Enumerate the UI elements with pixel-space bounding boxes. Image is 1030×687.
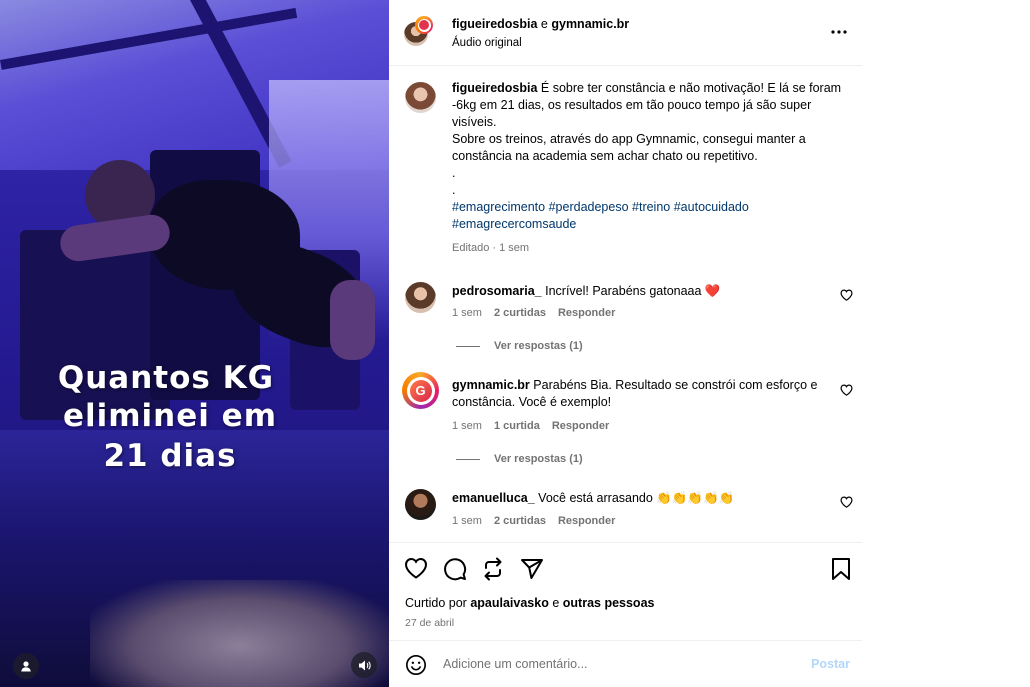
caption-dot-2: . <box>452 183 456 197</box>
commenter-avatar[interactable] <box>405 282 436 313</box>
overlay-line-3: 21 dias <box>103 438 237 474</box>
liked-prefix: Curtido por <box>405 596 467 610</box>
overlay-line-1: Quantos KG <box>57 360 275 396</box>
hashtag[interactable]: #treino <box>632 200 670 214</box>
commenter-avatar[interactable]: G <box>402 372 439 409</box>
audio-label[interactable]: Áudio original <box>452 37 522 49</box>
comment-like-icon[interactable] <box>840 496 854 510</box>
reply-button[interactable]: Responder <box>558 515 615 527</box>
avatar-ring-inner: G <box>406 376 435 405</box>
comment-likes[interactable]: 2 curtidas <box>494 307 546 319</box>
hashtag[interactable]: #emagrecercomsaude <box>452 217 576 231</box>
overlay-line-2: eliminei em <box>62 398 278 434</box>
add-comment-bar: Adicione um comentário... Postar <box>389 640 862 687</box>
comment-time[interactable]: 1 sem <box>452 420 482 432</box>
post-header: figueiredosbia e gymnamic.br Áudio origi… <box>389 0 862 66</box>
caption-username[interactable]: figueiredosbia <box>452 81 537 95</box>
comment-meta: 1 sem 1 curtida Responder <box>452 420 609 432</box>
post-details-panel: figueiredosbia e gymnamic.br Áudio origi… <box>389 0 862 687</box>
replies-divider <box>456 345 480 347</box>
header-authors: figueiredosbia e gymnamic.br <box>452 17 629 31</box>
comment-text: Incrível! Parabéns gatonaaa ❤️ <box>545 284 721 298</box>
comment-item: gymnamic.br Parabéns Bia. Resultado se c… <box>452 377 827 411</box>
caption-meta: Editado · 1 sem <box>452 242 530 254</box>
comment-username[interactable]: emanuelluca_ <box>452 491 535 505</box>
author-connector: e <box>540 17 548 31</box>
replies-divider <box>456 458 480 460</box>
coauthor-link[interactable]: gymnamic.br <box>551 17 629 31</box>
post-caption: figueiredosbia É sobre ter constância e … <box>452 80 847 257</box>
comment-time[interactable]: 1 sem <box>452 307 482 319</box>
bookmark-icon[interactable] <box>831 557 857 583</box>
caption-text-2: Sobre os treinos, através do app Gymnami… <box>452 132 806 163</box>
caption-dot-1: . <box>452 166 456 180</box>
view-replies-label[interactable]: Ver respostas (1) <box>494 453 583 465</box>
liked-others-link[interactable]: outras pessoas <box>563 596 655 610</box>
user-tag-icon[interactable] <box>13 653 39 679</box>
comment-icon[interactable] <box>443 557 469 583</box>
emoji-icon[interactable] <box>405 654 427 679</box>
comment-time[interactable]: 1 sem <box>452 515 482 527</box>
view-replies-label[interactable]: Ver respostas (1) <box>494 340 583 352</box>
comment-likes[interactable]: 1 curtida <box>494 420 540 432</box>
post-comment-button[interactable]: Postar <box>811 657 850 671</box>
post-date[interactable]: 27 de abril <box>405 617 454 629</box>
comment-username[interactable]: gymnamic.br <box>452 378 530 392</box>
comment-likes[interactable]: 2 curtidas <box>494 515 546 527</box>
speaker-icon[interactable] <box>351 652 377 678</box>
more-options-icon[interactable] <box>830 24 848 43</box>
view-replies-button[interactable]: Ver respostas (1) <box>456 453 583 465</box>
comment-meta: 1 sem 2 curtidas Responder <box>452 515 615 527</box>
hashtag[interactable]: #autocuidado <box>674 200 749 214</box>
liked-by: Curtido por apaulaivasko e outras pessoa… <box>405 596 654 610</box>
coauthor-avatar[interactable] <box>415 16 433 34</box>
author-link[interactable]: figueiredosbia <box>452 17 537 31</box>
reply-button[interactable]: Responder <box>552 420 609 432</box>
gymnamic-logo-icon: G <box>409 379 432 402</box>
liked-connector: e <box>552 596 560 610</box>
heart-icon[interactable] <box>404 557 430 583</box>
comment-meta: 1 sem 2 curtidas Responder <box>452 307 615 319</box>
comment-text: Você está arrasando 👏👏👏👏👏 <box>538 491 735 505</box>
post-actions: Curtido por apaulaivasko e outras pessoa… <box>389 542 862 640</box>
comment-like-icon[interactable] <box>840 289 854 303</box>
caption-avatar[interactable] <box>405 82 436 113</box>
person-leg <box>330 280 375 360</box>
reply-button[interactable]: Responder <box>558 307 615 319</box>
floor-mat <box>90 580 389 687</box>
comment-like-icon[interactable] <box>840 384 854 398</box>
comment-input[interactable]: Adicione um comentário... <box>443 657 588 671</box>
commenter-avatar[interactable] <box>405 489 436 520</box>
comment-username[interactable]: pedrosomaria_ <box>452 284 542 298</box>
liked-user-link[interactable]: apaulaivasko <box>470 596 549 610</box>
comment-item: pedrosomaria_ Incrível! Parabéns gatonaa… <box>452 284 832 299</box>
comment-item: emanuelluca_ Você está arrasando 👏👏👏👏👏 <box>452 491 832 506</box>
share-icon[interactable] <box>520 557 546 583</box>
hashtag[interactable]: #emagrecimento <box>452 200 545 214</box>
repost-icon[interactable] <box>482 557 508 583</box>
hashtag[interactable]: #perdadepeso <box>549 200 629 214</box>
view-replies-button[interactable]: Ver respostas (1) <box>456 340 583 352</box>
post-media[interactable]: Quantos KG eliminei em 21 dias <box>0 0 389 687</box>
